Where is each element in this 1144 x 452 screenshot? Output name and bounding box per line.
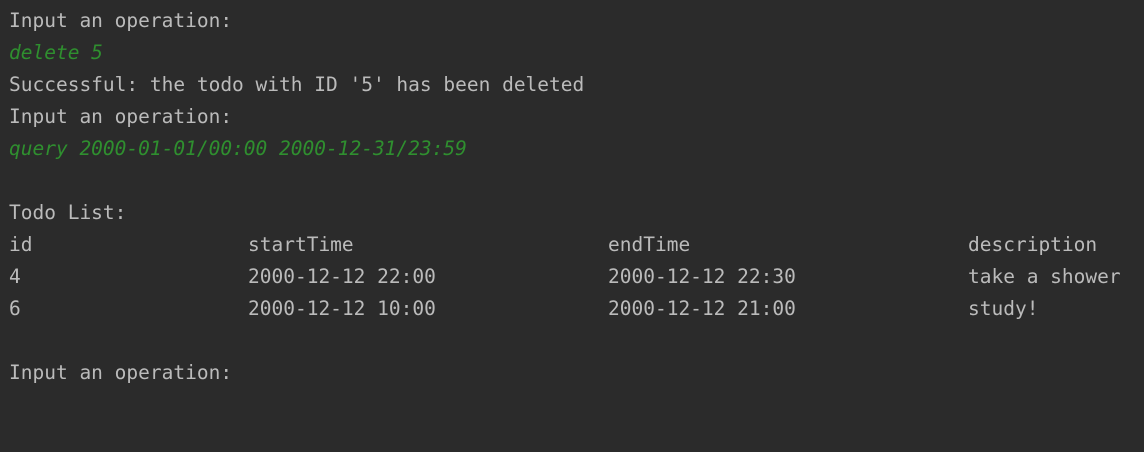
table-row: 6 2000-12-12 10:00 2000-12-12 21:00 stud… — [9, 296, 1144, 328]
cell-end-time: 2000-12-12 21:00 — [608, 297, 796, 320]
table-row: 4 2000-12-12 22:00 2000-12-12 22:30 take… — [9, 264, 1144, 296]
prompt-text: Input an operation: — [9, 105, 233, 128]
cell-start-time: 2000-12-12 22:00 — [248, 265, 436, 288]
success-message: Successful: the todo with ID '5' has bee… — [9, 73, 585, 96]
header-end-time: endTime — [608, 233, 691, 256]
list-title: Todo List: — [9, 201, 127, 224]
cell-end-time: 2000-12-12 22:30 — [608, 265, 796, 288]
header-id: id — [9, 233, 33, 256]
console-output[interactable]: Input an operation: delete 5 Successful:… — [0, 0, 1144, 418]
cell-start-time: 2000-12-12 10:00 — [248, 297, 436, 320]
cell-id: 6 — [9, 297, 21, 320]
cell-description: study! — [968, 297, 1039, 320]
user-command: delete 5 — [9, 41, 103, 64]
user-command: query 2000-01-01/00:00 2000-12-31/23:59 — [9, 137, 467, 160]
cell-id: 4 — [9, 265, 21, 288]
header-start-time: startTime — [248, 233, 354, 256]
prompt-text: Input an operation: — [9, 361, 233, 384]
cell-description: take a shower — [968, 265, 1121, 288]
prompt-text: Input an operation: — [9, 9, 233, 32]
header-description: description — [968, 233, 1098, 256]
table-header: id startTime endTime description — [9, 232, 1144, 264]
